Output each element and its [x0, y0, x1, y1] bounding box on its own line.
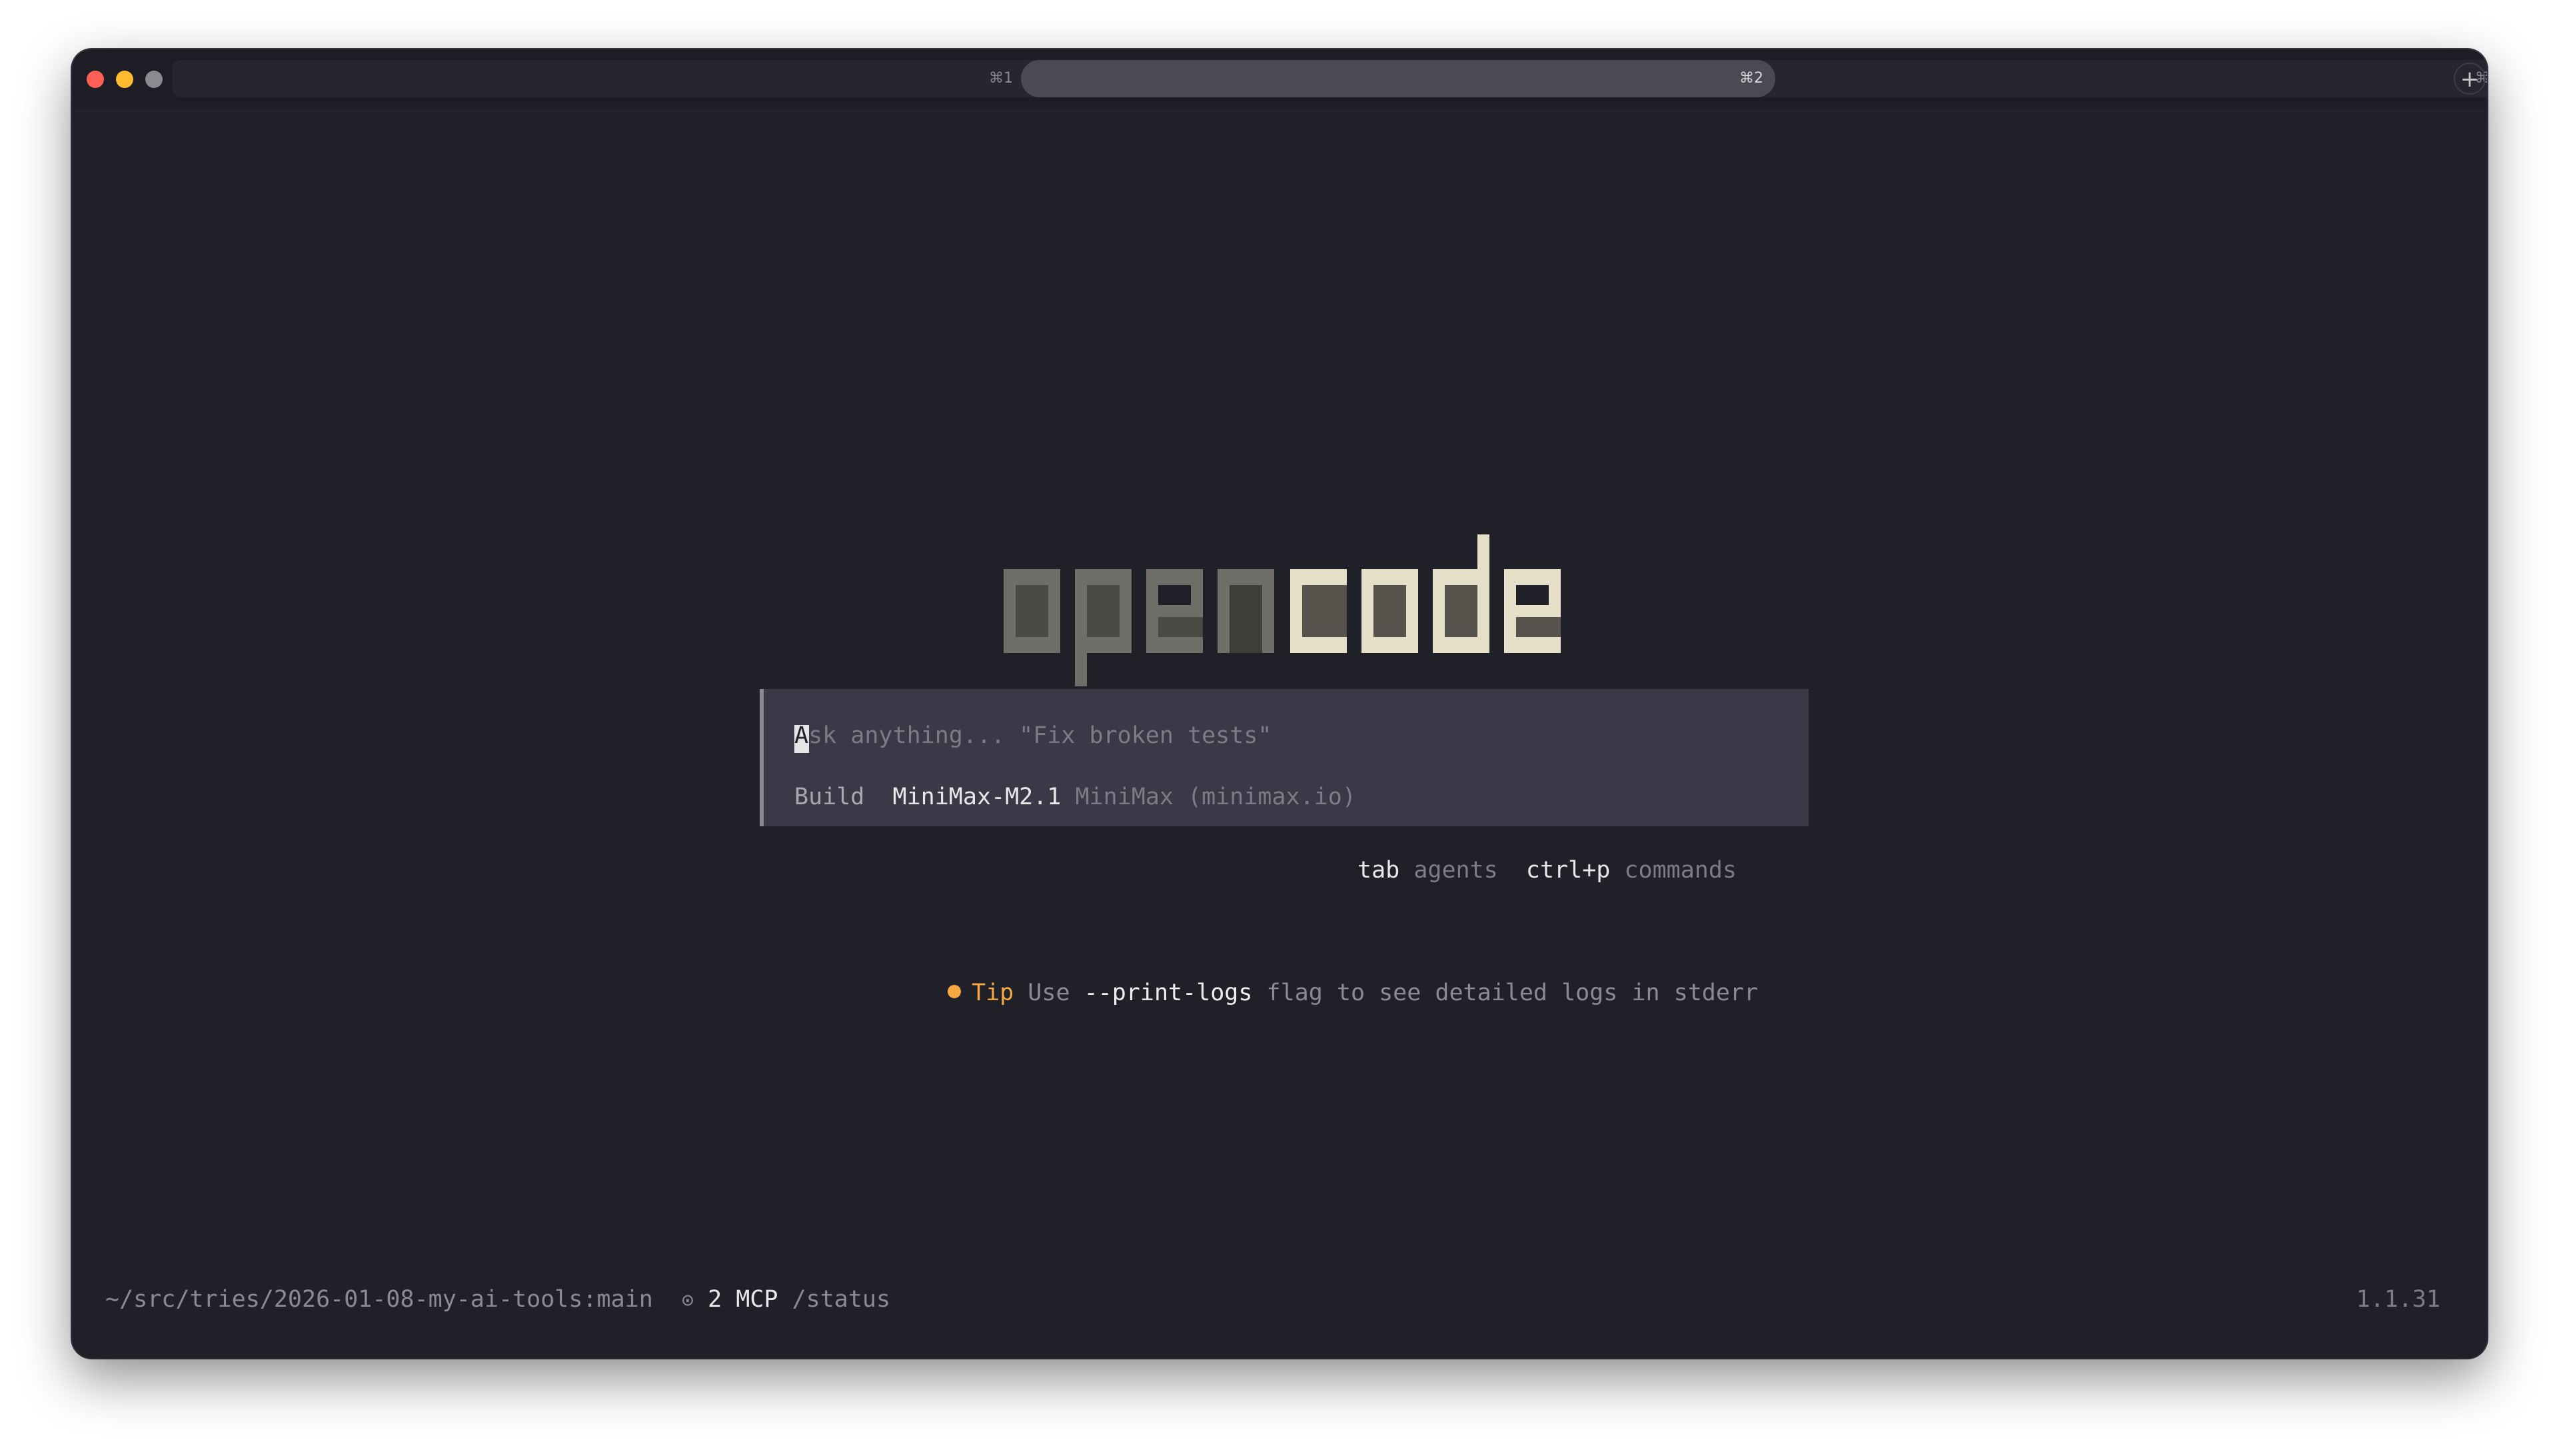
prompt-accent-bar: [760, 689, 764, 826]
tab-1[interactable]: ⌘1: [989, 60, 1013, 97]
minimize-window-button[interactable]: [116, 71, 133, 88]
cursor-char: A: [794, 722, 809, 749]
tab-2-shortcut: ⌘2: [1739, 70, 1763, 87]
provider-name: MiniMax (minimax.io): [1075, 784, 1356, 810]
tab-bar: ⌘1 ⌘2 ⌘3: [172, 60, 2487, 97]
mcp-count: 2 MCP: [708, 1286, 778, 1313]
title-bar: ⌘1 ⌘2 ⌘3 +: [72, 49, 2487, 108]
tip-label: Tip: [972, 980, 1014, 1006]
status-command: /status: [792, 1286, 891, 1313]
tip-text-post: flag to see detailed logs in stderr: [1252, 980, 1759, 1006]
zoom-window-button[interactable]: [145, 71, 163, 88]
mcp-status-icon: ⊙: [682, 1289, 694, 1312]
logo-open-glyphs: [1004, 569, 1274, 686]
agents-hint: agents: [1413, 857, 1498, 884]
terminal-window: ⌘1 ⌘2 ⌘3 + open code: [72, 49, 2487, 1358]
model-selector[interactable]: Build MiniMax-M2.1 MiniMax (minimax.io): [794, 784, 1356, 810]
working-directory: ~/src/tries/2026-01-08-my-ai-tools:main: [105, 1286, 653, 1313]
prompt-placeholder: sk anything... "Fix broken tests": [808, 722, 1272, 749]
new-tab-button[interactable]: +: [2454, 63, 2486, 95]
model-name[interactable]: MiniMax-M2.1: [893, 784, 1062, 810]
ctrl-p-key-hint: ctrl+p: [1525, 857, 1611, 884]
keyboard-hints: tab agents ctrl+p commands: [1357, 857, 1737, 884]
tip-text-pre: Use: [1028, 980, 1084, 1006]
prompt-input-box[interactable]: Ask anything... "Fix broken tests" Build…: [760, 689, 1809, 826]
close-window-button[interactable]: [87, 71, 104, 88]
tab-key-hint: tab: [1357, 857, 1400, 884]
logo-code-glyphs: [1290, 534, 1561, 653]
tip-bullet-icon: [948, 985, 961, 998]
mcp-status[interactable]: ⊙ 2 MCP /status: [682, 1286, 890, 1313]
tip-flag: --print-logs: [1084, 980, 1253, 1006]
tip-line: Tip Use --print-logs flag to see detaile…: [948, 980, 1758, 1006]
commands-hint: commands: [1624, 857, 1737, 884]
prompt-input[interactable]: Ask anything... "Fix broken tests": [794, 722, 1272, 749]
opencode-logo: open code: [1004, 534, 1561, 686]
version-label: 1.1.31: [2356, 1286, 2440, 1313]
agent-label[interactable]: Build: [794, 784, 864, 810]
tab-2-active[interactable]: ⌘2: [1021, 60, 1775, 97]
